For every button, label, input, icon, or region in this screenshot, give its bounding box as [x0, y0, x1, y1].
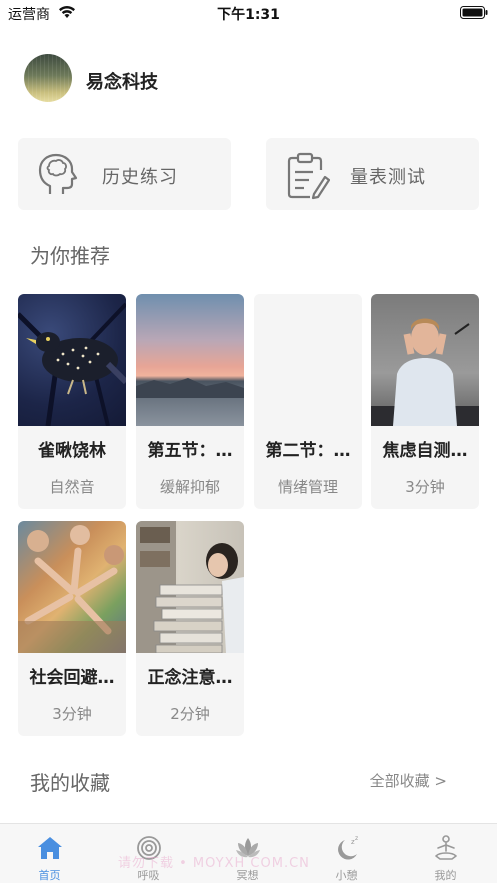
recommend-card-subtitle: 情绪管理: [277, 478, 338, 496]
woman-books-image: [136, 521, 244, 653]
history-practice-button[interactable]: 历史练习: [18, 138, 231, 210]
recommend-card[interactable]: 社会回避… 3分钟: [18, 521, 126, 736]
tab-mine[interactable]: 我的: [396, 824, 495, 883]
tab-nap-label: 小憩: [335, 869, 358, 882]
recommend-card-title: 第二节：…: [265, 441, 351, 461]
recommend-card[interactable]: 雀啾饶林 自然音: [18, 294, 126, 509]
scale-test-button[interactable]: 量表测试: [266, 138, 479, 210]
all-favorites-link[interactable]: 全部收藏 >: [370, 770, 447, 791]
scale-test-label: 量表测试: [350, 167, 426, 188]
user-name[interactable]: 易念科技: [86, 68, 158, 94]
recommend-card-subtitle: 自然音: [49, 478, 95, 496]
home-icon: [38, 837, 62, 859]
recommend-card-subtitle: 3分钟: [52, 705, 92, 723]
recommend-card-title: 正念注意…: [147, 668, 233, 688]
svg-text:z: z: [355, 835, 358, 842]
recommend-card-subtitle: 缓解抑郁: [159, 478, 220, 496]
recommend-card-subtitle: 3分钟: [405, 478, 445, 496]
moon-sleep-icon: z z: [338, 835, 358, 860]
battery-icon: [460, 6, 488, 19]
recommend-card[interactable]: 正念注意… 2分钟: [136, 521, 244, 736]
clipboard-edit-icon: [287, 152, 330, 200]
history-practice-label: 历史练习: [102, 167, 178, 188]
recommend-card-title: 社会回避…: [29, 668, 115, 688]
recommend-card-title: 第五节：…: [147, 441, 233, 461]
recommend-card[interactable]: 焦虑自测… 3分钟: [371, 294, 479, 509]
meditation-person-icon: [435, 835, 457, 860]
blank-thumbnail: [254, 294, 362, 426]
tab-home-label: 首页: [38, 869, 61, 882]
tab-home[interactable]: 首页: [0, 824, 99, 883]
recommend-card-title: 焦虑自测…: [382, 441, 468, 461]
lake-sunset-image: [136, 294, 244, 426]
bird-illustration-image: [18, 294, 126, 426]
tab-nap[interactable]: z z 小憩: [297, 824, 396, 883]
status-time: 下午1:31: [217, 7, 280, 23]
stressed-man-image: [371, 294, 479, 426]
recommend-card-title: 雀啾饶林: [38, 441, 106, 461]
tab-mine-label: 我的: [434, 869, 457, 882]
avatar[interactable]: [24, 54, 72, 102]
recommend-section-title: 为你推荐: [30, 244, 110, 268]
recommend-card[interactable]: 第五节：… 缓解抑郁: [136, 294, 244, 509]
head-profile-icon: [38, 153, 78, 194]
favorites-section-title: 我的收藏: [30, 771, 110, 795]
watermark-text: 请勿下载 • MOYXH COM.CN: [118, 856, 310, 871]
group-hands-image: [18, 521, 126, 653]
recommend-card-subtitle: 2分钟: [170, 705, 210, 723]
recommend-card[interactable]: 第二节：… 情绪管理: [254, 294, 362, 509]
status-bar: 运营商 下午1:31: [0, 0, 497, 26]
